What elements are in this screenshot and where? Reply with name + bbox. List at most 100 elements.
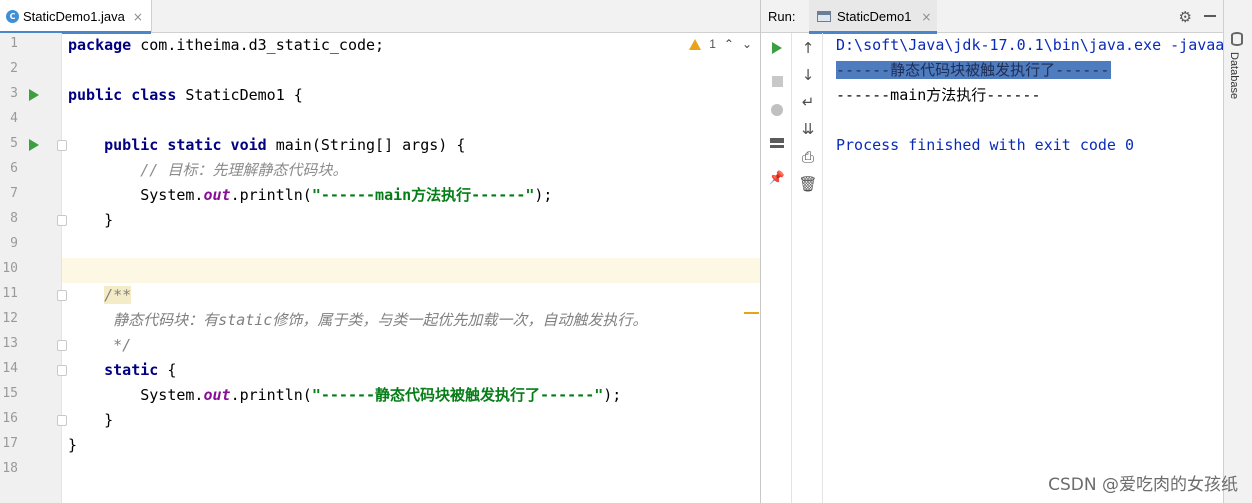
- code-line[interactable]: package com.itheima.d3_static_code;: [62, 33, 760, 58]
- layout-button[interactable]: [766, 132, 788, 154]
- console-selected-text: ------静态代码块被触发执行了------: [836, 61, 1112, 79]
- gutter-line[interactable]: 8: [0, 208, 67, 233]
- gutter-line[interactable]: 12: [0, 308, 62, 333]
- line-number: 16: [2, 411, 18, 426]
- console-line: ------静态代码块被触发执行了------: [836, 58, 1112, 83]
- code-token: out: [203, 186, 231, 204]
- gutter-line[interactable]: 6: [0, 158, 62, 183]
- gutter-line[interactable]: 9: [0, 233, 62, 258]
- gear-icon[interactable]: ⚙: [1179, 8, 1192, 26]
- code-line-current[interactable]: [62, 258, 760, 283]
- code-line[interactable]: [62, 233, 760, 258]
- code-line[interactable]: System.out.println("------main方法执行------…: [62, 183, 760, 208]
- watermark: CSDN @爱吃肉的女孩纸: [1048, 475, 1238, 495]
- fold-icon[interactable]: [57, 415, 67, 426]
- chevron-up-icon[interactable]: ⌃: [724, 37, 734, 51]
- code-token: }: [68, 411, 114, 429]
- trash-icon: 🗑: [798, 175, 818, 193]
- gutter-line[interactable]: 14: [0, 358, 67, 383]
- code-line[interactable]: /**: [62, 283, 760, 308]
- gutter-line[interactable]: 17: [0, 433, 62, 458]
- gutter-line[interactable]: 7: [0, 183, 62, 208]
- code-token: package: [68, 36, 132, 54]
- gutter-line[interactable]: 10: [0, 258, 62, 283]
- run-gutter-icon[interactable]: [29, 89, 39, 101]
- gutter-line[interactable]: 2: [0, 58, 62, 83]
- code-token: // 目标：先理解静态代码块。: [140, 161, 348, 179]
- gutter-line[interactable]: 3: [0, 83, 62, 108]
- chevron-down-icon[interactable]: ⌄: [742, 37, 752, 51]
- gutter-line[interactable]: 16: [0, 408, 67, 433]
- console-text: Process finished with exit code 0: [836, 136, 1135, 154]
- inspection-status[interactable]: 1 ⌃ ⌄: [689, 37, 752, 51]
- database-icon[interactable]: [1231, 32, 1243, 46]
- code-token: .println(: [230, 186, 312, 204]
- run-gutter-icon[interactable]: [29, 139, 39, 151]
- scroll-to-end-icon: ⇊: [801, 120, 815, 138]
- print-icon: ⎙: [801, 148, 814, 166]
- fold-icon[interactable]: [57, 340, 67, 351]
- stop-button[interactable]: [766, 70, 788, 92]
- code-line[interactable]: public class StaticDemo1 {: [62, 83, 760, 108]
- code-line[interactable]: // 目标：先理解静态代码块。: [62, 158, 760, 183]
- code-line[interactable]: [62, 108, 760, 133]
- code-token: /**: [104, 286, 132, 304]
- print-button[interactable]: ⎙: [797, 146, 819, 168]
- fold-icon[interactable]: [57, 140, 67, 151]
- run-tab-staticdemo1[interactable]: StaticDemo1 ×: [809, 0, 938, 34]
- line-number: 15: [2, 386, 18, 401]
- code-line[interactable]: }: [62, 433, 760, 458]
- gutter-line[interactable]: 1: [0, 33, 62, 58]
- file-tab-staticdemo1[interactable]: C StaticDemo1.java ×: [0, 0, 152, 34]
- pin-button[interactable]: 📌: [766, 167, 788, 189]
- debug-button[interactable]: [766, 99, 788, 121]
- close-icon[interactable]: ×: [133, 10, 143, 24]
- code-line[interactable]: [62, 58, 760, 83]
- code-token: */: [113, 336, 132, 354]
- rerun-button[interactable]: [766, 37, 788, 59]
- code-line[interactable]: }: [62, 408, 760, 433]
- gutter-line[interactable]: 15: [0, 383, 62, 408]
- gutter-line[interactable]: 18: [0, 458, 62, 483]
- code-token: public class: [68, 86, 177, 104]
- gutter-line[interactable]: 13: [0, 333, 67, 358]
- down-arrow-icon: ↓: [801, 66, 815, 84]
- up-arrow-button[interactable]: ↑: [797, 37, 819, 59]
- line-number: 13: [2, 336, 18, 351]
- trash-button[interactable]: 🗑: [797, 173, 819, 195]
- code-line[interactable]: }: [62, 208, 760, 233]
- console-output[interactable]: D:\soft\Java\jdk-17.0.1\bin\java.exe -ja…: [823, 33, 1224, 503]
- fold-icon[interactable]: [57, 215, 67, 226]
- warning-count: 1: [709, 37, 716, 51]
- minimize-icon[interactable]: [1204, 15, 1216, 17]
- pin-icon: 📌: [768, 170, 786, 186]
- soft-wrap-button[interactable]: ↵: [797, 91, 819, 113]
- code-editor[interactable]: C StaticDemo1.java × 1 2 3 4 5 6 7 8 9 10 11 12 13 14…: [0, 0, 760, 503]
- gutter-line[interactable]: 4: [0, 108, 62, 133]
- database-tool-button[interactable]: Database: [1228, 52, 1240, 99]
- gutter-line[interactable]: 5: [0, 133, 67, 158]
- code-area[interactable]: package com.itheima.d3_static_code;publi…: [62, 33, 760, 503]
- code-token: {: [158, 361, 177, 379]
- down-arrow-button[interactable]: ↓: [797, 64, 819, 86]
- code-token: .println(: [230, 386, 312, 404]
- gutter-line[interactable]: 11: [0, 283, 67, 308]
- close-icon[interactable]: ×: [921, 10, 931, 24]
- line-number: 2: [10, 61, 18, 76]
- code-line[interactable]: public static void main(String[] args) {: [62, 133, 760, 158]
- code-line[interactable]: [62, 458, 760, 483]
- fold-icon[interactable]: [57, 290, 67, 301]
- fold-icon[interactable]: [57, 365, 67, 376]
- code-line[interactable]: 静态代码块：有static修饰，属于类，与类一起优先加载一次，自动触发执行。: [62, 308, 760, 333]
- code-line[interactable]: System.out.println("------静态代码块被触发执行了---…: [62, 383, 760, 408]
- line-number: 9: [10, 236, 18, 251]
- code-token: 静态代码块：有static修饰，属于类，与类一起优先加载一次，自动触发执行。: [113, 311, 648, 329]
- code-line[interactable]: static {: [62, 358, 760, 383]
- code-token: }: [68, 211, 114, 229]
- scroll-to-end-button[interactable]: ⇊: [797, 118, 819, 140]
- console-line: Process finished with exit code 0: [836, 133, 1134, 158]
- warning-scroll-marker[interactable]: [744, 312, 759, 314]
- code-line[interactable]: */: [62, 333, 760, 358]
